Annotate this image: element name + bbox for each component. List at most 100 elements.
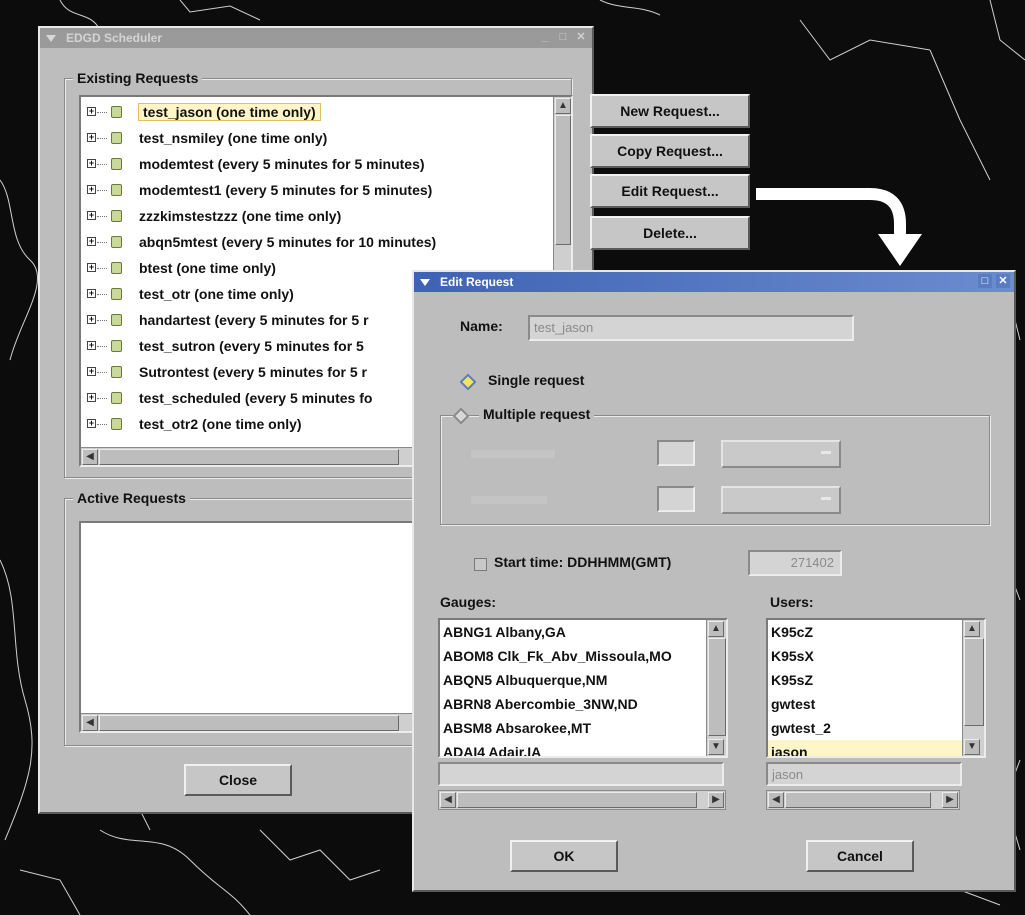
maximize-icon[interactable]: □ bbox=[978, 274, 992, 288]
multiple-request-radio[interactable] bbox=[452, 407, 470, 425]
tree-vscroll-thumb[interactable] bbox=[555, 115, 571, 245]
window-menu-icon[interactable] bbox=[44, 31, 58, 45]
user-item[interactable]: gwtest_2 bbox=[768, 716, 962, 740]
scroll-left-icon[interactable]: ◀ bbox=[82, 449, 98, 465]
request-name: test_nsmiley (one time only) bbox=[139, 130, 328, 146]
users-hscroll-thumb[interactable] bbox=[785, 792, 931, 808]
frequency-unit-combo[interactable] bbox=[721, 440, 841, 468]
new-request-button[interactable]: New Request... bbox=[590, 94, 750, 128]
gauge-item[interactable]: ADAI4 Adair,IA bbox=[440, 740, 706, 756]
tree-connector bbox=[97, 346, 107, 347]
gauges-scroll-up-icon[interactable]: ▲ bbox=[708, 621, 724, 637]
single-request-radio[interactable] bbox=[459, 373, 477, 391]
gauges-filter-field[interactable] bbox=[438, 762, 724, 786]
users-vscroll-thumb[interactable] bbox=[964, 638, 984, 726]
users-list[interactable]: K95cZ K95sX K95sZ gwtest gwtest_2 jason ▲ ▼ bbox=[766, 618, 986, 758]
request-name: modemtest1 (every 5 minutes for 5 minute… bbox=[139, 182, 433, 198]
gauges-vertical-scrollbar[interactable]: ▲ ▼ bbox=[706, 620, 726, 756]
gauge-item[interactable]: ABRN8 Abercombie_3NW,ND bbox=[440, 692, 706, 716]
users-scroll-left-icon[interactable]: ◀ bbox=[768, 792, 784, 808]
gauge-item[interactable]: ABNG1 Albany,GA bbox=[440, 620, 706, 644]
folder-node-icon bbox=[111, 418, 122, 430]
tree-connector bbox=[97, 320, 107, 321]
tree-row[interactable]: + modemtest (every 5 minutes for 5 minute… bbox=[81, 151, 551, 177]
tree-row[interactable]: + test_jason (one time only) bbox=[81, 99, 551, 125]
gauge-item[interactable]: ABOM8 Clk_Fk_Abv_Missoula,MO bbox=[440, 644, 706, 668]
user-item[interactable]: jason bbox=[768, 740, 962, 756]
tree-row[interactable]: + test_nsmiley (one time only) bbox=[81, 125, 551, 151]
plus-box-icon[interactable]: + bbox=[87, 367, 96, 376]
users-filter-field[interactable]: jason bbox=[766, 762, 962, 786]
users-horizontal-scrollbar[interactable]: ◀ ▶ bbox=[766, 790, 960, 810]
ok-button[interactable]: OK bbox=[510, 840, 618, 872]
plus-box-icon[interactable]: + bbox=[87, 185, 96, 194]
edit-request-button[interactable]: Edit Request... bbox=[590, 174, 750, 208]
curved-arrow-icon bbox=[756, 188, 922, 266]
tree-hscroll-thumb[interactable] bbox=[99, 449, 399, 465]
tree-connector bbox=[97, 424, 107, 425]
gauge-item[interactable]: ABQN5 Albuquerque,NM bbox=[440, 668, 706, 692]
plus-box-icon[interactable]: + bbox=[87, 419, 96, 428]
frequency-field[interactable] bbox=[657, 440, 695, 466]
gauges-scroll-right-icon[interactable]: ▶ bbox=[708, 792, 724, 808]
active-scroll-left-icon[interactable]: ◀ bbox=[82, 715, 98, 731]
active-hscroll-thumb[interactable] bbox=[99, 715, 399, 731]
single-request-label: Single request bbox=[488, 372, 585, 388]
edit-request-title: Edit Request bbox=[440, 275, 514, 289]
tree-connector bbox=[97, 164, 107, 165]
plus-box-icon[interactable]: + bbox=[87, 289, 96, 298]
duration-field[interactable] bbox=[657, 486, 695, 512]
user-item[interactable]: K95sZ bbox=[768, 668, 962, 692]
plus-box-icon[interactable]: + bbox=[87, 159, 96, 168]
request-name: Sutrontest (every 5 minutes for 5 r bbox=[139, 364, 367, 380]
user-item[interactable]: K95sX bbox=[768, 644, 962, 668]
request-name: test_scheduled (every 5 minutes fo bbox=[139, 390, 373, 406]
start-time-checkbox[interactable] bbox=[474, 558, 487, 571]
users-vertical-scrollbar[interactable]: ▲ ▼ bbox=[962, 620, 984, 756]
window-menu-icon[interactable] bbox=[418, 275, 432, 289]
users-scroll-right-icon[interactable]: ▶ bbox=[942, 792, 958, 808]
gauges-vscroll-thumb[interactable] bbox=[708, 638, 726, 736]
tree-row[interactable]: + abqn5mtest (every 5 minutes for 10 minu… bbox=[81, 229, 551, 255]
tree-row[interactable]: + modemtest1 (every 5 minutes for 5 minut… bbox=[81, 177, 551, 203]
plus-box-icon[interactable]: + bbox=[87, 133, 96, 142]
scheduler-titlebar[interactable]: EDGD Scheduler _ □ ✕ bbox=[40, 28, 592, 48]
users-scroll-up-icon[interactable]: ▲ bbox=[964, 621, 980, 637]
copy-request-button[interactable]: Copy Request... bbox=[590, 134, 750, 168]
close-button[interactable]: Close bbox=[184, 764, 292, 796]
start-time-label: Start time: DDHHMM(GMT) bbox=[494, 554, 672, 570]
gauges-horizontal-scrollbar[interactable]: ◀ ▶ bbox=[438, 790, 726, 810]
maximize-icon[interactable]: □ bbox=[556, 30, 570, 44]
duration-unit-combo[interactable] bbox=[721, 486, 841, 514]
gauges-hscroll-thumb[interactable] bbox=[457, 792, 697, 808]
plus-box-icon[interactable]: + bbox=[87, 315, 96, 324]
delete-button[interactable]: Delete... bbox=[590, 216, 750, 250]
multiple-request-group: Multiple request bbox=[440, 406, 990, 525]
gauges-list[interactable]: ABNG1 Albany,GA ABOM8 Clk_Fk_Abv_Missoula… bbox=[438, 618, 728, 758]
request-name: test_otr (one time only) bbox=[139, 286, 294, 302]
close-icon[interactable]: ✕ bbox=[996, 274, 1010, 288]
user-item[interactable]: gwtest bbox=[768, 692, 962, 716]
edit-request-titlebar[interactable]: Edit Request □ ✕ bbox=[414, 272, 1014, 292]
tree-connector bbox=[97, 190, 107, 191]
plus-box-icon[interactable]: + bbox=[87, 393, 96, 402]
name-field[interactable]: test_jason bbox=[528, 315, 854, 341]
request-name: test_jason (one time only) bbox=[138, 103, 321, 121]
start-time-field[interactable]: 271402 bbox=[748, 550, 842, 576]
gauge-item[interactable]: ABSM8 Absarokee,MT bbox=[440, 716, 706, 740]
close-icon[interactable]: ✕ bbox=[574, 30, 588, 44]
plus-box-icon[interactable]: + bbox=[87, 107, 96, 116]
tree-row[interactable]: + zzzkimstestzzz (one time only) bbox=[81, 203, 551, 229]
plus-box-icon[interactable]: + bbox=[87, 211, 96, 220]
request-name: zzzkimstestzzz (one time only) bbox=[139, 208, 342, 224]
gauges-scroll-down-icon[interactable]: ▼ bbox=[708, 739, 724, 755]
cancel-button[interactable]: Cancel bbox=[806, 840, 914, 872]
plus-box-icon[interactable]: + bbox=[87, 341, 96, 350]
scroll-up-icon[interactable]: ▲ bbox=[555, 98, 571, 114]
users-scroll-down-icon[interactable]: ▼ bbox=[964, 739, 980, 755]
minimize-icon[interactable]: _ bbox=[538, 30, 552, 44]
plus-box-icon[interactable]: + bbox=[87, 263, 96, 272]
plus-box-icon[interactable]: + bbox=[87, 237, 96, 246]
user-item[interactable]: K95cZ bbox=[768, 620, 962, 644]
gauges-scroll-left-icon[interactable]: ◀ bbox=[440, 792, 456, 808]
